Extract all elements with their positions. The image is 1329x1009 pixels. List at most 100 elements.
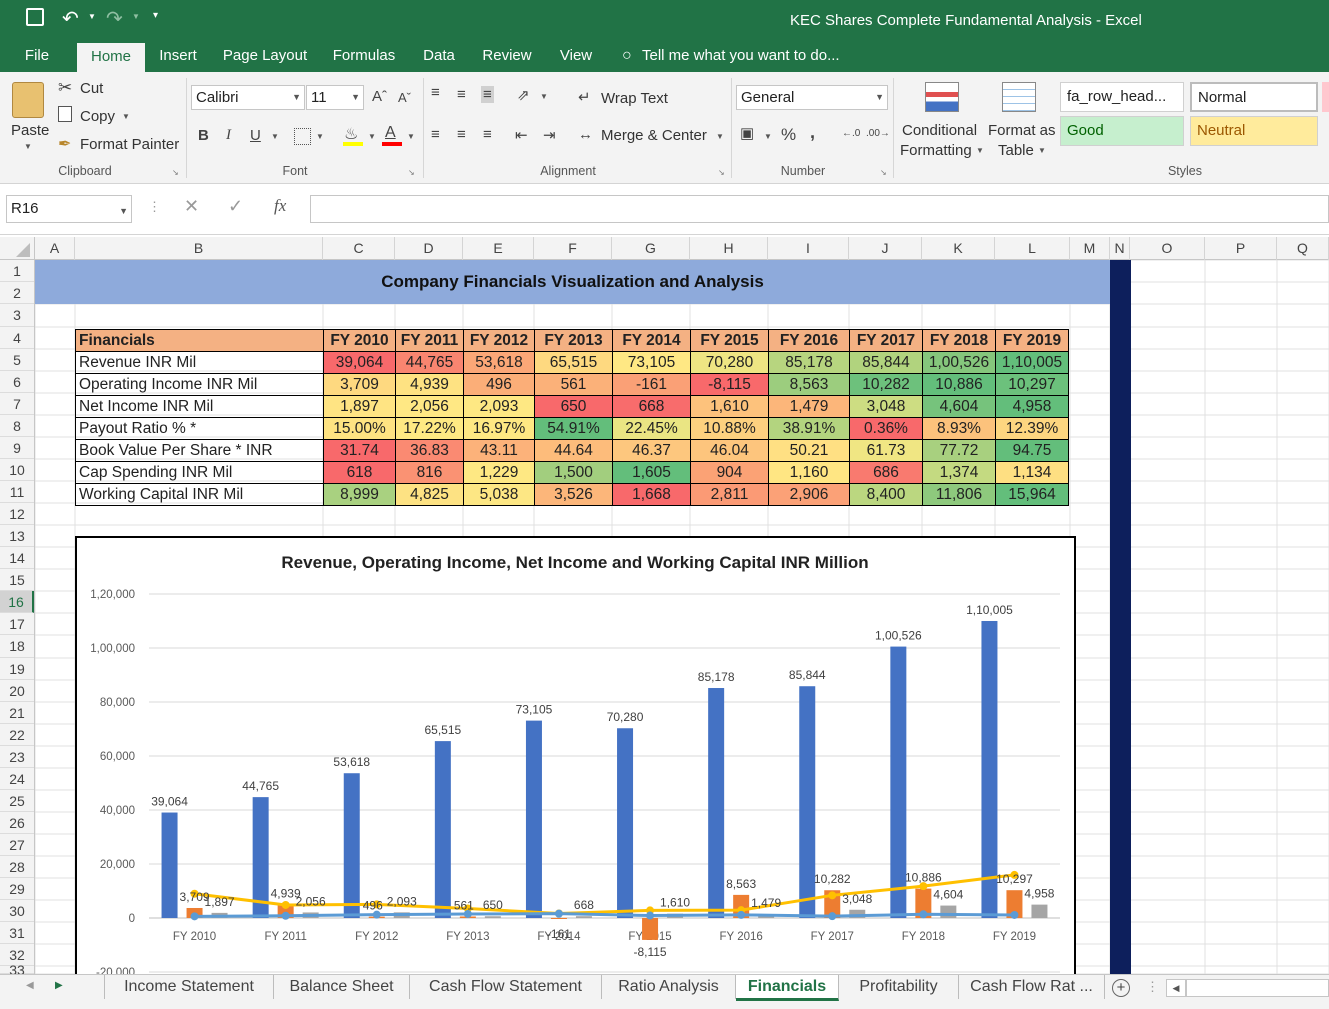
row-header-10[interactable]: 10	[0, 459, 34, 481]
scroll-tabs-left-icon[interactable]: ◀	[26, 980, 34, 991]
name-box[interactable]: R16 ▼	[6, 195, 132, 223]
table-cell[interactable]: 1,134	[995, 461, 1069, 484]
table-cell[interactable]: 39,064	[323, 351, 396, 374]
percent-button[interactable]: %	[781, 125, 796, 145]
column-header-g[interactable]: G	[612, 237, 690, 260]
enter-icon[interactable]: ✓	[228, 196, 243, 217]
row-header-29[interactable]: 29	[0, 878, 34, 900]
font-launcher-icon[interactable]: ↘	[408, 168, 415, 177]
format-as-table-icon[interactable]	[1002, 82, 1036, 112]
table-cell[interactable]: 43.11	[463, 439, 535, 462]
format-painter-icon[interactable]: ✒	[58, 134, 71, 154]
row-header-30[interactable]: 30	[0, 900, 34, 922]
row-header-3[interactable]: 3	[0, 304, 34, 327]
column-header-q[interactable]: Q	[1277, 237, 1329, 260]
table-cell[interactable]: 1,605	[612, 461, 691, 484]
wrap-text-icon[interactable]: ↵	[578, 88, 591, 106]
column-header-c[interactable]: C	[323, 237, 395, 260]
table-cell[interactable]: 1,479	[768, 395, 850, 418]
style-normal[interactable]: Normal	[1190, 82, 1318, 112]
table-header-cell[interactable]: FY 2017	[849, 329, 923, 352]
table-cell[interactable]: 15.00%	[323, 417, 396, 440]
table-cell[interactable]: 8,400	[849, 483, 923, 506]
fill-color-icon[interactable]: ♨	[344, 124, 358, 144]
row-header-11[interactable]: 11	[0, 481, 34, 503]
decrease-font-icon[interactable]: Aˇ	[398, 90, 411, 105]
table-cell[interactable]: 10,297	[995, 373, 1069, 396]
table-header-cell[interactable]: FY 2018	[922, 329, 996, 352]
font-color-dropdown-icon[interactable]: ▼	[407, 132, 415, 141]
table-cell[interactable]: 686	[849, 461, 923, 484]
border-dropdown-icon[interactable]: ▼	[316, 132, 324, 141]
table-cell[interactable]: 618	[323, 461, 396, 484]
table-cell[interactable]: 1,500	[534, 461, 613, 484]
table-header-cell[interactable]: FY 2019	[995, 329, 1069, 352]
column-header-a[interactable]: A	[35, 237, 75, 260]
table-header-cell[interactable]: FY 2014	[612, 329, 691, 352]
table-cell[interactable]: 38.91%	[768, 417, 850, 440]
table-cell[interactable]: 5,038	[463, 483, 535, 506]
merge-center-button[interactable]: Merge & Center	[601, 127, 707, 144]
merge-icon[interactable]: ↔	[578, 126, 593, 143]
table-cell[interactable]: 46.37	[612, 439, 691, 462]
row-header-6[interactable]: 6	[0, 371, 34, 393]
tab-insert[interactable]: Insert	[150, 42, 206, 72]
table-cell[interactable]: 1,897	[323, 395, 396, 418]
table-cell[interactable]: 8.93%	[922, 417, 996, 440]
formula-input[interactable]	[310, 195, 1329, 223]
row-label[interactable]: Cap Spending INR Mil	[75, 461, 324, 484]
currency-dropdown-icon[interactable]: ▼	[764, 132, 772, 141]
table-cell[interactable]: 70,280	[690, 351, 769, 374]
cut-button[interactable]: Cut	[80, 80, 103, 97]
row-header-7[interactable]: 7	[0, 393, 34, 415]
table-cell[interactable]: 496	[463, 373, 535, 396]
worksheet-grid[interactable]: Company Financials Visualization and Ana…	[35, 260, 1329, 974]
sheet-tab-cash-flow-ratios[interactable]: Cash Flow Rat ...	[959, 975, 1105, 999]
table-cell[interactable]: 85,178	[768, 351, 850, 374]
table-header-cell[interactable]: FY 2016	[768, 329, 850, 352]
row-label[interactable]: Revenue INR Mil	[75, 351, 324, 374]
cancel-icon[interactable]: ✕	[184, 196, 199, 217]
table-cell[interactable]: 4,958	[995, 395, 1069, 418]
redo-dropdown-icon[interactable]: ▼	[132, 12, 140, 21]
table-cell[interactable]: -161	[612, 373, 691, 396]
format-as-table-button[interactable]: Format as	[988, 122, 1056, 139]
style-good[interactable]: Good	[1060, 116, 1184, 146]
column-header-o[interactable]: O	[1130, 237, 1205, 260]
hscroll-left-icon[interactable]: ◀	[1166, 979, 1186, 997]
row-header-13[interactable]: 13	[0, 525, 34, 547]
column-header-b[interactable]: B	[75, 237, 323, 260]
sheet-tab-profitability[interactable]: Profitability	[839, 975, 959, 999]
row-header-19[interactable]: 19	[0, 658, 34, 680]
table-header-cell[interactable]: FY 2015	[690, 329, 769, 352]
table-cell[interactable]: 1,00,526	[922, 351, 996, 374]
table-header-cell[interactable]: FY 2013	[534, 329, 613, 352]
row-header-18[interactable]: 18	[0, 635, 34, 658]
row-header-17[interactable]: 17	[0, 613, 34, 635]
table-cell[interactable]: 1,229	[463, 461, 535, 484]
italic-button[interactable]: I	[226, 127, 231, 144]
row-header-2[interactable]: 2	[0, 282, 34, 304]
table-cell[interactable]: 44,765	[395, 351, 464, 374]
align-right-icon[interactable]: ≡	[483, 126, 492, 143]
table-cell[interactable]: 15,964	[995, 483, 1069, 506]
row-header-33[interactable]: 33	[0, 963, 34, 977]
table-header-cell[interactable]: FY 2012	[463, 329, 535, 352]
row-header-20[interactable]: 20	[0, 680, 34, 702]
clipboard-launcher-icon[interactable]: ↘	[172, 168, 179, 177]
table-cell[interactable]: 2,093	[463, 395, 535, 418]
column-header-e[interactable]: E	[463, 237, 534, 260]
row-header-16[interactable]: 16	[0, 591, 34, 613]
row-header-9[interactable]: 9	[0, 437, 34, 459]
column-header-j[interactable]: J	[849, 237, 922, 260]
select-all-button[interactable]	[0, 237, 35, 260]
table-cell[interactable]: 1,10,005	[995, 351, 1069, 374]
style-fa-row-head[interactable]: fa_row_head...	[1060, 82, 1184, 112]
table-cell[interactable]: 0.36%	[849, 417, 923, 440]
insert-function-icon[interactable]: fx	[274, 196, 286, 216]
row-header-5[interactable]: 5	[0, 349, 34, 371]
row-header-27[interactable]: 27	[0, 834, 34, 856]
orientation-dropdown-icon[interactable]: ▼	[540, 92, 548, 101]
table-cell[interactable]: 816	[395, 461, 464, 484]
cut-icon[interactable]: ✂	[58, 78, 72, 98]
